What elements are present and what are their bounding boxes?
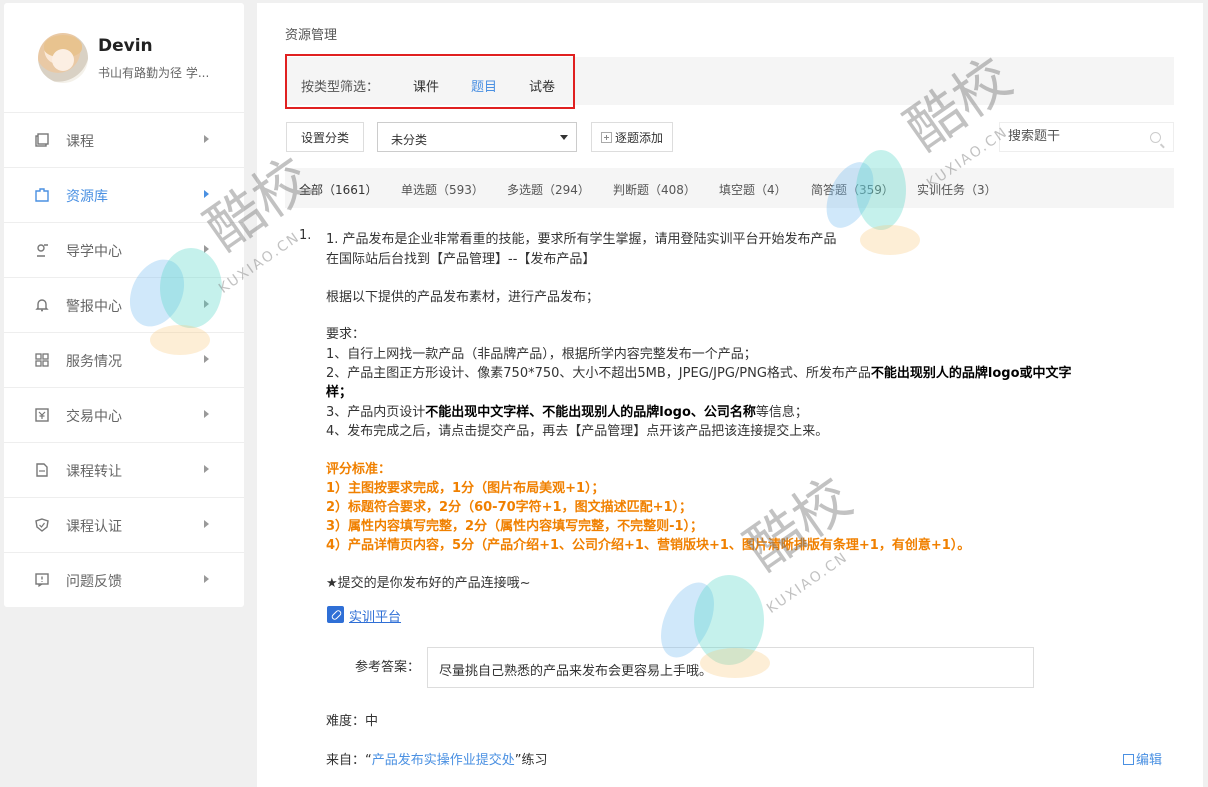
requirement-bold-text: 样； [326, 385, 353, 400]
tab-all[interactable]: 全部（1661） [299, 181, 378, 198]
question-text: 2、产品主图正方形设计、像素750*750、大小不超出5MB，JPEG/JPG/… [326, 362, 1072, 381]
sidebar-item-feedback[interactable]: 问题反馈 [4, 553, 244, 608]
sidebar-item-label: 警报中心 [66, 299, 122, 315]
question-text: 4、发布完成之后，请点击提交产品，再去【产品管理】点开该产品把该连接提交上来。 [326, 424, 829, 439]
sidebar-item-resource[interactable]: 资源库 [4, 168, 244, 223]
page-title: 资源管理 [285, 28, 338, 43]
sidebar-item-label: 资源库 [66, 189, 108, 205]
sidebar-item-label: 交易中心 [66, 409, 122, 425]
grid-icon [35, 353, 49, 367]
sidebar-item-transfer[interactable]: 课程转让 [4, 443, 244, 498]
edit-icon [1123, 754, 1134, 765]
search-box [999, 122, 1174, 152]
answer-text: 尽量挑自己熟悉的产品来发布会更容易上手哦。 [439, 664, 713, 679]
sidebar-item-certify[interactable]: 课程认证 [4, 498, 244, 553]
profile-name: Devin [98, 36, 153, 56]
profile-motto: 书山有路勤为径 学... [98, 66, 210, 80]
search-icon[interactable] [1150, 132, 1161, 143]
requirement-bold-text: 不能出现中文字样、不能出现别人的品牌logo、公司名称 [425, 405, 756, 420]
scoring-title: 评分标准： [326, 462, 392, 477]
edit-label: 编辑 [1136, 753, 1163, 768]
chevron-right-icon [204, 520, 209, 528]
answer-box: 尽量挑自己熟悉的产品来发布会更容易上手哦。 [427, 647, 1034, 688]
question-number: 1. [299, 228, 312, 243]
feedback-icon [35, 573, 49, 587]
submit-note: ★提交的是你发布好的产品连接哦~ [326, 576, 531, 591]
tab-single-choice[interactable]: 单选题（593） [401, 181, 484, 198]
tab-fill-blank[interactable]: 填空题（4） [719, 181, 787, 198]
chevron-right-icon [204, 300, 209, 308]
requirement-bold-text: 不能出现别人的品牌logo或中文字 [870, 366, 1072, 381]
scoring-item: 4）产品详情页内容，5分（产品介绍+1、公司介绍+1、营销版块+1、图片清晰排版… [326, 538, 971, 553]
tab-true-false[interactable]: 判断题（408） [613, 181, 696, 198]
set-category-button[interactable]: 设置分类 [286, 122, 364, 152]
sidebar-item-label: 课程 [66, 134, 94, 150]
tab-short-answer[interactable]: 简答题（359） [811, 181, 894, 198]
source-prefix: 来自：“ [326, 753, 372, 768]
sidebar-item-guide[interactable]: 导学中心 [4, 223, 244, 278]
sidebar-item-alert[interactable]: 警报中心 [4, 278, 244, 333]
question-text: 在国际站后台找到【产品管理】--【发布产品】 [326, 252, 596, 267]
profile-card: Devin 书山有路勤为径 学... [4, 3, 244, 113]
chevron-right-icon [204, 245, 209, 253]
resource-icon [35, 188, 49, 202]
tab-multiple-choice[interactable]: 多选题（294） [507, 181, 590, 198]
sidebar-item-course[interactable]: 课程 [4, 113, 244, 168]
category-select-value: 未分类 [391, 133, 428, 147]
sidebar-item-trade[interactable]: 交易中心 [4, 388, 244, 443]
chevron-right-icon [204, 465, 209, 473]
source-suffix: ”练习 [514, 753, 548, 768]
scoring-item: 1）主图按要求完成，1分（图片布局美观+1）； [326, 481, 605, 496]
question-type-tabs: 全部（1661） 单选题（593） 多选题（294） 判断题（408） 填空题（… [285, 168, 1174, 208]
question-text: 1、自行上网找一款产品（非品牌产品），根据所学内容完整发布一个产品； [326, 347, 757, 362]
sidebar-item-label: 课程认证 [66, 519, 122, 535]
search-input[interactable] [1008, 129, 1143, 144]
answer-label: 参考答案： [355, 660, 421, 675]
transfer-icon [36, 463, 48, 477]
chevron-right-icon [204, 190, 209, 198]
requirement-text: 2、产品主图正方形设计、像素750*750、大小不超出5MB，JPEG/JPG/… [326, 366, 871, 381]
plus-icon [600, 131, 612, 143]
source-link[interactable]: 产品发布实操作业提交处 [372, 753, 515, 768]
add-one-by-one-label: 逐题添加 [614, 130, 663, 145]
avatar[interactable] [38, 33, 88, 83]
scoring-item: 3）属性内容填写完整，2分（属性内容填写完整，不完整则-1）； [326, 519, 704, 534]
question-text: 1. 产品发布是企业非常看重的技能，要求所有学生掌握，请用登陆实训平台开始发布产… [326, 232, 837, 247]
sidebar-item-label: 导学中心 [66, 244, 122, 260]
source-line: 来自：“产品发布实操作业提交处”练习 [326, 749, 548, 768]
highlight-box [285, 54, 575, 109]
tab-practical-task[interactable]: 实训任务（3） [917, 181, 997, 198]
chevron-right-icon [204, 575, 209, 583]
sidebar-item-service[interactable]: 服务情况 [4, 333, 244, 388]
main-panel: 资源管理 按类型筛选： 课件 题目 试卷 设置分类 未分类 逐题添加 全部（16… [257, 3, 1203, 787]
requirement-text: 3、产品内页设计 [326, 405, 426, 420]
chevron-right-icon [204, 355, 209, 363]
add-one-by-one-button[interactable]: 逐题添加 [591, 122, 673, 152]
question-text: 样； [326, 381, 352, 400]
trade-icon [35, 408, 49, 422]
sidebar-item-label: 课程转让 [66, 464, 122, 480]
sidebar-item-label: 服务情况 [66, 354, 122, 370]
edit-button[interactable]: 编辑 [1123, 749, 1162, 768]
guide-icon [37, 244, 48, 257]
caret-down-icon [560, 135, 568, 140]
chevron-right-icon [204, 135, 209, 143]
course-icon [35, 133, 49, 147]
difficulty-label: 难度：中 [326, 714, 379, 729]
requirement-text: 等信息； [755, 405, 808, 420]
link-icon [327, 606, 344, 623]
question-text: 3、产品内页设计不能出现中文字样、不能出现别人的品牌logo、公司名称等信息； [326, 401, 808, 420]
training-platform-link[interactable]: 实训平台 [349, 606, 401, 625]
question-text: 根据以下提供的产品发布素材，进行产品发布； [326, 290, 600, 305]
sidebar: Devin 书山有路勤为径 学... 课程 资源库 导学中心 警报中心 服务情况… [4, 3, 244, 607]
chevron-right-icon [204, 410, 209, 418]
category-select[interactable]: 未分类 [377, 122, 577, 152]
bell-icon [35, 299, 49, 312]
question-text: 要求： [326, 327, 366, 342]
scoring-item: 2）标题符合要求，2分（60-70字符+1，图文描述匹配+1）； [326, 500, 693, 515]
sidebar-item-label: 问题反馈 [66, 574, 122, 590]
shield-icon [35, 518, 49, 532]
